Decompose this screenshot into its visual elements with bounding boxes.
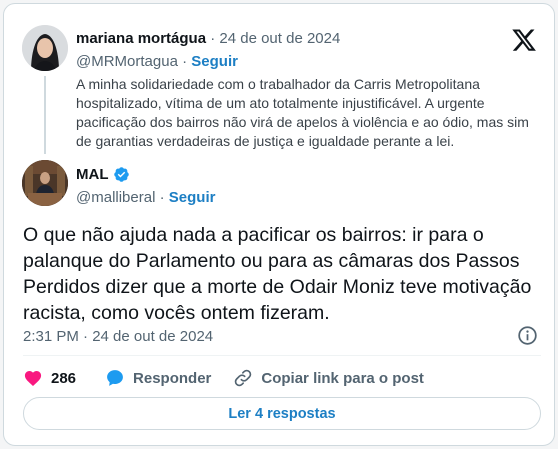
copy-link-label: Copiar link para o post: [261, 369, 424, 387]
avatar-image: [22, 160, 68, 206]
quoted-author-row: mariana mortágua · 24 de out de 2024: [76, 30, 340, 47]
tweet-embed-card: mariana mortágua · 24 de out de 2024 @MR…: [3, 3, 555, 446]
main-handle[interactable]: @malliberal: [76, 189, 155, 206]
main-tweet-text: O que não ajuda nada a pacificar os bair…: [23, 224, 532, 324]
verified-badge-icon[interactable]: [113, 166, 130, 183]
read-replies-button[interactable]: Ler 4 respostas: [23, 397, 541, 430]
heart-icon: [24, 371, 42, 386]
main-author-row: MAL: [76, 166, 130, 183]
info-icon[interactable]: [517, 325, 538, 346]
avatar[interactable]: [22, 160, 68, 206]
quoted-date[interactable]: 24 de out de 2024: [219, 30, 340, 47]
meta-separator: ·: [210, 30, 216, 47]
meta-separator: ·: [159, 189, 165, 206]
follow-button[interactable]: Seguir: [191, 53, 238, 70]
quoted-handle[interactable]: @MRMortagua: [76, 53, 178, 70]
like-count: 286: [51, 369, 77, 387]
quoted-tweet-text: A minha solidariedade com o trabalhador …: [76, 76, 529, 149]
main-author-name[interactable]: MAL: [76, 166, 109, 183]
meta-separator: ·: [182, 53, 188, 70]
divider: [23, 355, 541, 356]
quoted-author-name[interactable]: mariana mortágua: [76, 30, 206, 47]
follow-button[interactable]: Seguir: [169, 189, 216, 206]
tweet-timestamp[interactable]: 2:31 PM · 24 de out de 2024: [23, 328, 213, 345]
quoted-handle-row: @MRMortagua · Seguir: [76, 53, 238, 70]
avatar-image: [22, 25, 68, 71]
like-button[interactable]: 286: [23, 368, 76, 388]
reply-button[interactable]: Responder: [105, 368, 211, 388]
thread-connector-line: [44, 76, 46, 154]
reply-label: Responder: [133, 369, 212, 387]
copy-link-button[interactable]: Copiar link para o post: [233, 368, 424, 388]
reply-bubble-icon: [107, 370, 123, 386]
main-handle-row: @malliberal · Seguir: [76, 189, 215, 206]
action-bar: 286 Responder Copiar link para o post: [23, 366, 424, 390]
link-icon: [235, 369, 252, 387]
x-logo-icon[interactable]: [512, 28, 536, 52]
avatar[interactable]: [22, 25, 68, 71]
